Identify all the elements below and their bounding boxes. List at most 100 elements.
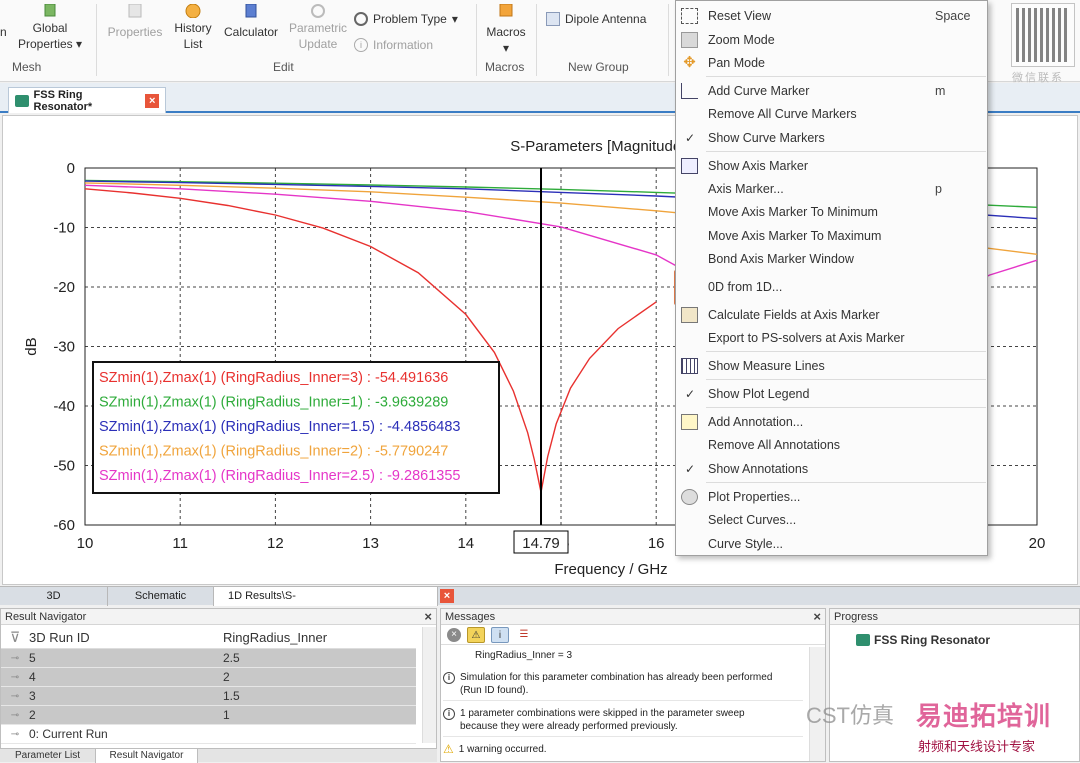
close-icon[interactable]: × <box>145 93 159 108</box>
menu-item-curve-style[interactable]: Curve Style... <box>676 533 987 555</box>
menu-shortcut: Space <box>935 9 971 23</box>
menu-separator <box>706 351 986 352</box>
scrollbar[interactable] <box>422 627 436 743</box>
menu-label: Remove All Annotations <box>708 438 841 452</box>
result-navigator-table: ⊽ 3D Run ID RingRadius_Inner ⊸ 5 2.5 ⊸ 4… <box>1 627 416 744</box>
context-menu: Reset View Space Zoom Mode ✥ Pan Mode Ad… <box>675 0 988 556</box>
curve-marker-icon <box>681 83 698 99</box>
menu-item-show-annotations[interactable]: ✓ Show Annotations <box>676 458 987 480</box>
calculator-button[interactable]: Calculator <box>219 4 283 40</box>
global-properties-button[interactable]: Global Properties ▾ <box>14 4 86 52</box>
message-item[interactable]: i Simulation for this parameter combinat… <box>443 671 803 701</box>
calculate-fields-icon <box>681 307 698 323</box>
tab-result-navigator[interactable]: Result Navigator <box>96 749 198 763</box>
menu-separator <box>706 151 986 152</box>
message-item[interactable]: ⚠ 1 warning occurred. <box>443 743 803 759</box>
menu-item-plot-properties[interactable]: Plot Properties... <box>676 486 987 508</box>
menu-item-reset-view[interactable]: Reset View Space <box>676 5 987 27</box>
tab-1d-results[interactable]: 1D Results\S-Parameters\SZmin(1),Zmax(1) <box>214 587 438 620</box>
menu-item-export-ps[interactable]: Export to PS-solvers at Axis Marker <box>676 327 987 349</box>
param-cell: 2.5 <box>223 651 240 665</box>
plot-properties-icon <box>681 489 698 505</box>
x-tick-label: 12 <box>267 535 284 552</box>
axis-marker-icon <box>681 158 698 174</box>
menu-item-add-annotation[interactable]: Add Annotation... <box>676 411 987 433</box>
menu-item-zoom-mode[interactable]: Zoom Mode <box>676 29 987 51</box>
error-filter-icon[interactable]: × <box>447 627 461 642</box>
problem-type-dropdown[interactable]: Problem Type ▾ <box>354 12 458 26</box>
chevron-down-icon: ▾ <box>72 37 83 51</box>
menu-item-remove-curve-markers[interactable]: Remove All Curve Markers <box>676 103 987 125</box>
document-tab[interactable]: FSS Ring Resonator* × <box>8 87 166 113</box>
tab-3d[interactable]: 3D <box>0 587 108 606</box>
history-list-button[interactable]: History List <box>170 4 216 52</box>
tab-parameter-list[interactable]: Parameter List <box>0 749 96 763</box>
parametric-update-button[interactable]: Parametric Update <box>285 4 351 52</box>
run-icon: ⊸ <box>10 671 20 683</box>
menu-label: Pan Mode <box>708 56 765 70</box>
menu-item-0d-from-1d[interactable]: 0D from 1D... <box>676 276 987 298</box>
menu-item-calculate-fields[interactable]: Calculate Fields at Axis Marker <box>676 304 987 326</box>
filter-icon[interactable]: ⊽ <box>1 629 29 646</box>
menu-label: Show Plot Legend <box>708 387 810 401</box>
clear-messages-icon[interactable]: ☰ <box>515 627 533 643</box>
menu-item-bond-axis-marker[interactable]: Bond Axis Marker Window <box>676 248 987 270</box>
close-icon[interactable]: × <box>813 609 821 625</box>
table-row[interactable]: ⊸ 3 1.5 <box>1 687 416 706</box>
messages-toolbar: × ⚠ i ☰ <box>441 625 825 645</box>
cube-icon <box>44 4 56 17</box>
axis-marker-label: 14.79 <box>522 535 560 552</box>
menu-label: Export to PS-solvers at Axis Marker <box>708 331 905 345</box>
left-panel-tabs: Parameter List Result Navigator <box>0 748 437 763</box>
column-header-run-id[interactable]: 3D Run ID <box>29 630 223 645</box>
menu-item-move-to-maximum[interactable]: Move Axis Marker To Maximum <box>676 225 987 247</box>
table-row[interactable]: ⊸ 0: Current Run <box>1 725 416 744</box>
menu-item-show-curve-markers[interactable]: ✓ Show Curve Markers <box>676 127 987 149</box>
dipole-antenna-button[interactable]: Dipole Antenna <box>546 12 646 26</box>
macros-icon <box>499 4 513 17</box>
menu-label: Select Curves... <box>708 513 797 527</box>
y-tick-label: -40 <box>53 398 75 415</box>
menu-item-show-plot-legend[interactable]: ✓ Show Plot Legend <box>676 383 987 405</box>
close-icon[interactable]: × <box>440 589 454 603</box>
menu-item-select-curves[interactable]: Select Curves... <box>676 509 987 531</box>
info-filter-icon[interactable]: i <box>491 626 509 643</box>
param-cell: 1.5 <box>223 689 240 703</box>
progress-item[interactable]: FSS Ring Resonator <box>856 633 990 647</box>
message-item[interactable]: i 1 parameter combinations were skipped … <box>443 707 803 737</box>
menu-item-add-curve-marker[interactable]: Add Curve Marker m <box>676 80 987 102</box>
menu-item-remove-annotations[interactable]: Remove All Annotations <box>676 434 987 456</box>
run-id-cell: 2 <box>29 708 36 722</box>
result-navigator-header: Result Navigator × <box>1 609 436 625</box>
x-tick-label: 10 <box>77 535 94 552</box>
information-button[interactable]: i Information <box>354 38 433 52</box>
menu-item-move-to-minimum[interactable]: Move Axis Marker To Minimum <box>676 201 987 223</box>
problem-type-label: Problem Type <box>373 12 447 26</box>
table-row[interactable]: ⊸ 2 1 <box>1 706 416 725</box>
table-row[interactable]: ⊸ 5 2.5 <box>1 649 416 668</box>
table-row[interactable]: ⊸ 4 2 <box>1 668 416 687</box>
warning-filter-icon[interactable]: ⚠ <box>467 626 485 643</box>
column-header-ring-radius[interactable]: RingRadius_Inner <box>223 630 416 645</box>
macros-label: Macros <box>486 25 526 39</box>
properties-button[interactable]: Properties <box>100 4 170 40</box>
history-clock-icon <box>185 4 201 18</box>
run-icon: ⊸ <box>10 690 20 702</box>
message-item[interactable]: RingRadius_Inner = 3 <box>443 649 803 665</box>
progress-title: Progress <box>834 611 879 623</box>
watermark: CST仿真 易迪拓培训 射频和天线设计专家 <box>806 696 1076 760</box>
tab-schematic[interactable]: Schematic <box>108 587 214 606</box>
close-icon[interactable]: × <box>424 609 432 625</box>
document-tab-title: FSS Ring Resonator* <box>33 88 93 113</box>
menu-label: Add Curve Marker <box>708 84 810 98</box>
calculator-icon <box>245 4 257 18</box>
macros-button[interactable]: Macros ▾ <box>482 4 530 56</box>
dipole-antenna-icon <box>546 12 560 26</box>
menu-item-show-axis-marker[interactable]: Show Axis Marker <box>676 155 987 177</box>
menu-item-axis-marker[interactable]: Axis Marker... p <box>676 178 987 200</box>
menu-item-show-measure-lines[interactable]: Show Measure Lines <box>676 355 987 377</box>
menu-item-pan-mode[interactable]: ✥ Pan Mode <box>676 52 987 74</box>
menu-label: 0D from 1D... <box>708 280 783 294</box>
run-id-cell: 4 <box>29 670 36 684</box>
menu-label: Bond Axis Marker Window <box>708 252 854 266</box>
